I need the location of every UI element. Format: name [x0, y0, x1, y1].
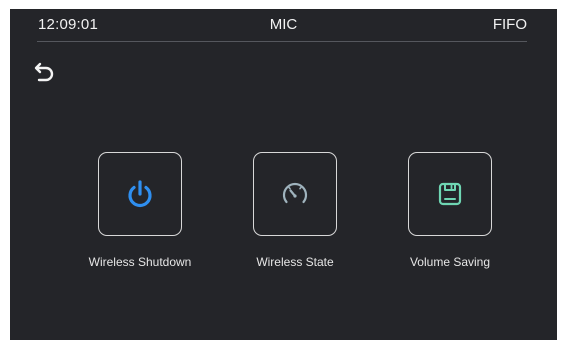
wireless-shutdown-button[interactable] — [98, 152, 182, 236]
status-buffer-mode: FIFO — [492, 16, 527, 33]
status-bar: 12:09:01 MIC FIFO — [10, 9, 557, 41]
status-mode: MIC — [269, 16, 298, 33]
wireless-state-label: Wireless State — [256, 255, 334, 269]
volume-saving-button[interactable] — [408, 152, 492, 236]
power-icon — [128, 180, 152, 208]
status-divider — [37, 41, 527, 42]
gauge-icon — [282, 182, 308, 204]
device-screen: 12:09:01 MIC FIFO Wireless Shutdown Wire… — [10, 9, 557, 340]
wireless-state-item: Wireless State — [235, 152, 355, 269]
wireless-state-button[interactable] — [253, 152, 337, 236]
volume-saving-label: Volume Saving — [409, 255, 491, 269]
volume-saving-item: Volume Saving — [390, 152, 510, 269]
save-icon — [438, 182, 462, 206]
back-arrow-icon — [34, 62, 54, 82]
wireless-shutdown-label: Wireless Shutdown — [88, 255, 192, 269]
wireless-shutdown-item: Wireless Shutdown — [80, 152, 200, 269]
back-button[interactable] — [30, 57, 60, 87]
